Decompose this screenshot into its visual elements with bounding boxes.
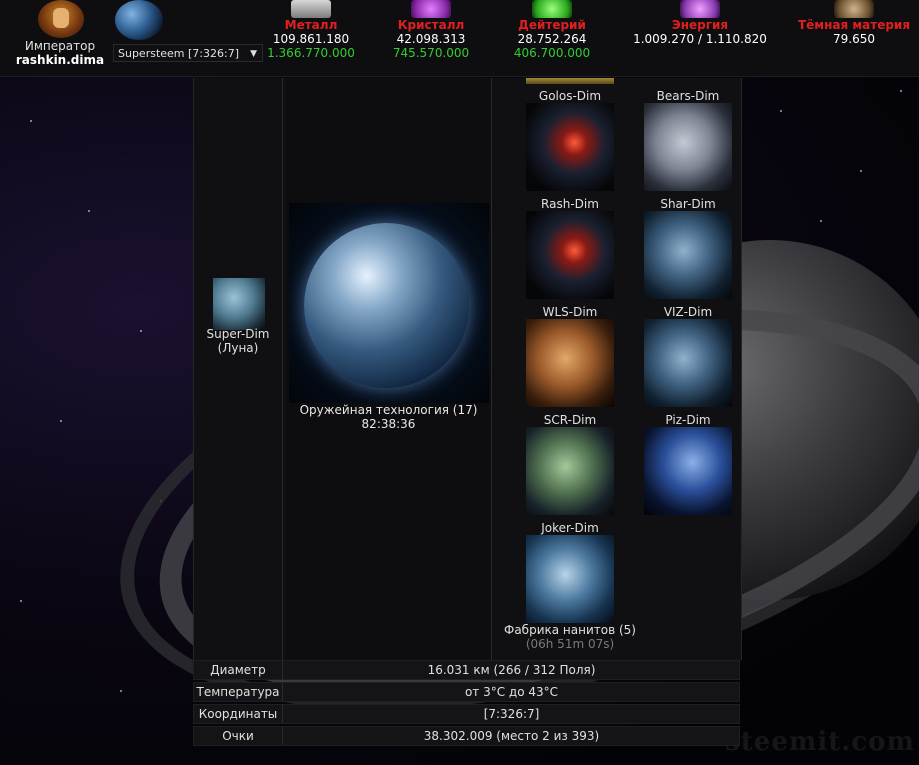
resource-name: Тёмная материя bbox=[797, 18, 911, 32]
planet-image[interactable] bbox=[644, 103, 732, 191]
player-rank: Император bbox=[24, 39, 96, 53]
construction-timer: (06h 51m 07s) bbox=[525, 637, 615, 651]
current-planet-icon[interactable] bbox=[115, 0, 163, 40]
planet-overview-panel: Super-Dim (Луна) Оружейная технология (1… bbox=[193, 78, 742, 660]
resource-deuterium[interactable]: Дейтерий 28.752.264 406.700.000 bbox=[507, 0, 597, 60]
info-value: от 3°C до 43°C bbox=[464, 685, 559, 699]
metal-icon bbox=[291, 0, 331, 18]
moon-image[interactable] bbox=[213, 278, 265, 330]
info-value: 16.031 км (266 / 312 Поля) bbox=[427, 663, 596, 677]
dark-matter-icon bbox=[834, 0, 874, 18]
resource-name: Энергия bbox=[671, 18, 729, 32]
resource-capacity: 1.366.770.000 bbox=[267, 46, 355, 60]
resource-amount: 109.861.180 bbox=[272, 32, 350, 46]
planet-slot[interactable]: Shar-Dim bbox=[633, 197, 743, 299]
moon-name[interactable]: Super-Dim bbox=[194, 327, 282, 341]
construction-in-progress[interactable]: Фабрика нанитов (5) bbox=[495, 623, 645, 637]
planet-image[interactable] bbox=[644, 427, 732, 515]
resource-amount: 79.650 bbox=[833, 32, 875, 46]
planet-selector[interactable]: Supersteem [7:326:7] ▼ bbox=[113, 44, 263, 62]
planet-name[interactable]: Golos-Dim bbox=[515, 89, 625, 103]
info-value[interactable]: 38.302.009 (место 2 из 393) bbox=[284, 727, 739, 745]
planet-image[interactable] bbox=[644, 211, 732, 299]
info-row-diameter: Диаметр 16.031 км (266 / 312 Поля) bbox=[193, 660, 740, 680]
resource-amount: 42.098.313 bbox=[396, 32, 466, 46]
info-row-temperature: Температура от 3°C до 43°C bbox=[193, 682, 740, 702]
planet-name[interactable]: Joker-Dim bbox=[515, 521, 625, 535]
planet-image[interactable] bbox=[526, 535, 614, 623]
resource-amount: 28.752.264 bbox=[517, 32, 587, 46]
planet-slot[interactable]: Joker-Dim bbox=[515, 521, 625, 623]
planet-image[interactable] bbox=[526, 427, 614, 515]
planet-name[interactable]: VIZ-Dim bbox=[633, 305, 743, 319]
watermark: steemit.com bbox=[725, 727, 915, 757]
planet-image[interactable] bbox=[526, 211, 614, 299]
top-header: Император rashkin.dima Supersteem [7:326… bbox=[0, 0, 919, 77]
current-planet-image bbox=[289, 203, 489, 403]
info-label: Координаты bbox=[194, 705, 283, 723]
planet-name[interactable]: WLS-Dim bbox=[515, 305, 625, 319]
planet-info-table: Диаметр 16.031 км (266 / 312 Поля) Темпе… bbox=[193, 660, 740, 748]
resource-name: Дейтерий bbox=[518, 18, 586, 32]
planet-name[interactable]: Rash-Dim bbox=[515, 197, 625, 211]
avatar-face bbox=[53, 8, 69, 28]
resource-capacity: 406.700.000 bbox=[513, 46, 591, 60]
moon-column: Super-Dim (Луна) bbox=[194, 78, 283, 660]
resource-capacity: 745.570.000 bbox=[392, 46, 470, 60]
crystal-icon bbox=[411, 0, 451, 18]
planet-name[interactable]: SCR-Dim bbox=[515, 413, 625, 427]
planet-name[interactable]: Piz-Dim bbox=[633, 413, 743, 427]
resource-energy[interactable]: Энергия 1.009.270 / 1.110.820 bbox=[620, 0, 780, 46]
planet-image-partial[interactable] bbox=[526, 78, 614, 84]
resource-crystal[interactable]: Кристалл 42.098.313 745.570.000 bbox=[386, 0, 476, 60]
deuterium-icon bbox=[532, 0, 572, 18]
planet-slot[interactable]: WLS-Dim bbox=[515, 305, 625, 407]
info-row-coordinates: Координаты [7:326:7] bbox=[193, 704, 740, 724]
info-value[interactable]: [7:326:7] bbox=[284, 705, 739, 723]
planet-slot[interactable]: Rash-Dim bbox=[515, 197, 625, 299]
planet-globe bbox=[304, 223, 469, 388]
resource-name: Металл bbox=[284, 18, 338, 32]
research-in-progress[interactable]: Оружейная технология (17) bbox=[286, 403, 491, 417]
info-label: Температура bbox=[194, 683, 283, 701]
info-label: Диаметр bbox=[194, 661, 283, 679]
planet-image[interactable] bbox=[526, 319, 614, 407]
planet-slot[interactable]: SCR-Dim bbox=[515, 413, 625, 515]
moon-type: (Луна) bbox=[217, 341, 259, 355]
planet-selector-value: Supersteem [7:326:7] bbox=[118, 47, 240, 60]
player-username[interactable]: rashkin.dima bbox=[0, 53, 120, 67]
resource-metal[interactable]: Металл 109.861.180 1.366.770.000 bbox=[266, 0, 356, 60]
planet-name[interactable]: Shar-Dim bbox=[633, 197, 743, 211]
energy-icon bbox=[680, 0, 720, 18]
resource-dark-matter[interactable]: Тёмная материя 79.650 bbox=[794, 0, 914, 46]
resource-name: Кристалл bbox=[397, 18, 465, 32]
current-planet-column: Оружейная технология (17) 82:38:36 bbox=[286, 78, 492, 660]
planet-list: Golos-Dim Bears-Dim Rash-Dim Shar-Dim WL… bbox=[495, 78, 741, 660]
info-row-points: Очки 38.302.009 (место 2 из 393) bbox=[193, 726, 740, 746]
player-avatar[interactable] bbox=[38, 0, 84, 38]
planet-slot[interactable]: Bears-Dim bbox=[633, 89, 743, 191]
planet-name[interactable]: Bears-Dim bbox=[633, 89, 743, 103]
resource-amount: 1.009.270 / 1.110.820 bbox=[633, 32, 767, 46]
research-timer: 82:38:36 bbox=[361, 417, 416, 431]
planet-slot[interactable]: Piz-Dim bbox=[633, 413, 743, 515]
planet-slot[interactable]: Golos-Dim bbox=[515, 89, 625, 191]
planet-image[interactable] bbox=[644, 319, 732, 407]
planet-image[interactable] bbox=[526, 103, 614, 191]
planet-slot[interactable]: VIZ-Dim bbox=[633, 305, 743, 407]
info-label: Очки bbox=[194, 727, 283, 745]
chevron-down-icon: ▼ bbox=[250, 49, 257, 59]
